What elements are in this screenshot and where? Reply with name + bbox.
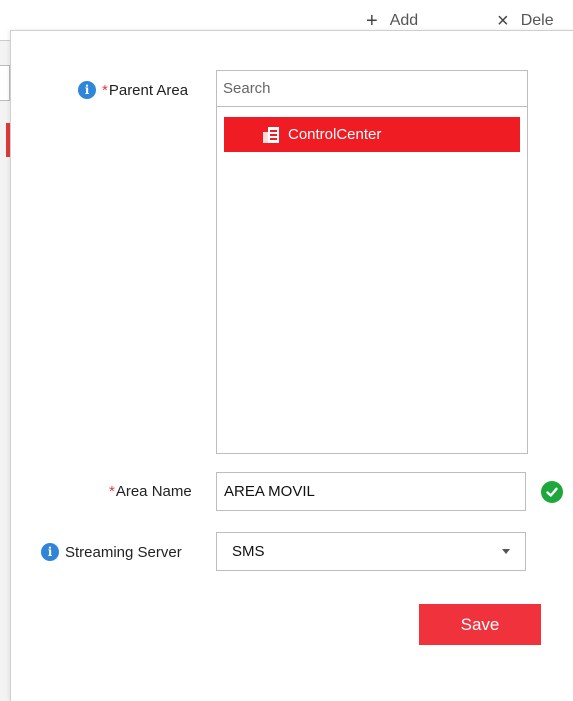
search-input[interactable] [217,71,519,105]
delete-label: Dele [520,12,554,29]
area-name-text: Area Name [115,483,192,500]
tree-search [217,71,527,107]
add-area-panel: i * Parent Area ControlCenter * Area Nam… [10,30,573,701]
streaming-server-value: SMS [232,543,265,560]
background-input [0,65,10,101]
required-mark: * [109,483,115,500]
delete-button[interactable]: × Dele [497,10,554,32]
streaming-server-text: Streaming Server [65,543,182,561]
add-label: Add [389,12,419,29]
tree-node-label: ControlCenter [288,126,382,143]
building-icon [263,126,279,143]
tree-node-controlcenter[interactable]: ControlCenter [224,117,520,152]
required-mark: * [102,81,108,99]
info-icon[interactable]: i [41,543,59,561]
parent-area-label: i * Parent Area [78,81,188,99]
chevron-down-icon [502,549,510,554]
add-button[interactable]: + Add [366,10,418,32]
streaming-server-label: i Streaming Server [41,543,182,561]
area-name-label: * Area Name [109,483,192,500]
area-name-input[interactable] [217,473,525,510]
parent-area-tree: ControlCenter [216,70,528,454]
info-icon[interactable]: i [78,81,96,99]
parent-area-text: Parent Area [108,81,189,99]
streaming-server-select[interactable]: SMS [216,532,526,571]
divider [0,40,10,41]
check-icon [541,481,563,503]
area-name-field [216,472,526,511]
save-button[interactable]: Save [419,604,541,645]
